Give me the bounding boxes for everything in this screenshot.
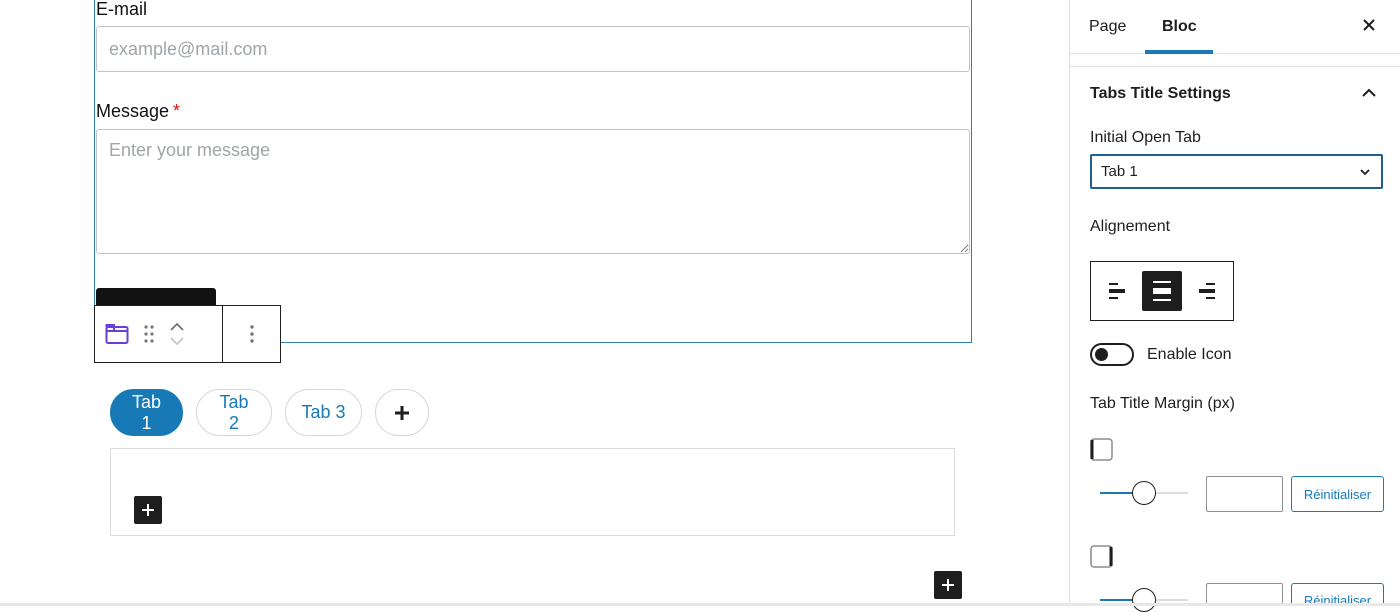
section-title[interactable]: Tabs Title Settings	[1090, 85, 1231, 103]
editor-canvas: E-mail Message*	[0, 0, 1070, 606]
initial-open-tab-select[interactable]: Tab 1	[1090, 154, 1383, 189]
close-icon[interactable]	[1360, 16, 1378, 39]
contact-form-block[interactable]: E-mail Message*	[94, 0, 972, 343]
plus-icon	[942, 579, 954, 591]
block-inserter-button[interactable]	[134, 496, 162, 524]
block-toolbar	[94, 305, 281, 363]
plus-icon	[395, 405, 409, 420]
margin-left-input[interactable]	[1206, 476, 1283, 512]
settings-sidebar: Page Bloc Tabs Title Settings Initial Op…	[1069, 0, 1400, 612]
block-toolbar-main-group	[95, 306, 223, 362]
message-label-text: Message	[96, 101, 170, 121]
margin-left-icon	[1090, 438, 1113, 461]
slider-thumb[interactable]	[1132, 588, 1156, 612]
align-right-button[interactable]	[1187, 271, 1227, 311]
margin-left-slider[interactable]	[1100, 481, 1188, 505]
message-field[interactable]	[96, 129, 970, 254]
append-block-button[interactable]	[934, 571, 962, 599]
email-label-text: E-mail	[96, 0, 148, 19]
panel-divider	[1070, 66, 1400, 67]
plus-icon	[142, 504, 154, 516]
tabs-block-icon[interactable]	[105, 323, 129, 345]
sidebar-header: Page Bloc	[1070, 0, 1400, 54]
drag-handle-icon[interactable]	[143, 324, 155, 344]
chevron-down-icon	[1360, 168, 1370, 175]
toggle-knob	[1095, 348, 1108, 361]
email-field[interactable]	[96, 26, 970, 72]
move-up-icon[interactable]	[169, 322, 185, 332]
margin-left-reset-button[interactable]: Réinitialiser	[1291, 476, 1384, 512]
margin-right-icon	[1090, 545, 1113, 568]
tab-3[interactable]: Tab 3	[285, 389, 362, 436]
chevron-up-icon[interactable]	[1360, 84, 1378, 107]
tab-content-panel	[110, 448, 955, 536]
margin-label: Tab Title Margin (px)	[1090, 395, 1235, 412]
tabs-title-row: Tab 1 Tab 2 Tab 3	[110, 389, 429, 436]
tab-page[interactable]: Page	[1089, 0, 1126, 54]
more-options-icon[interactable]	[249, 324, 255, 344]
align-center-button[interactable]	[1141, 271, 1182, 311]
email-label: E-mail	[96, 0, 147, 20]
required-mark: *	[173, 101, 181, 121]
block-mover	[169, 322, 185, 346]
tab-1[interactable]: Tab 1	[110, 389, 183, 436]
margin-right-slider[interactable]	[1100, 588, 1188, 612]
tab-bloc[interactable]: Bloc	[1162, 0, 1197, 54]
alignment-label: Alignement	[1090, 218, 1171, 235]
align-left-button[interactable]	[1097, 271, 1137, 311]
align-center-icon	[1152, 281, 1171, 301]
select-value: Tab 1	[1101, 163, 1138, 180]
add-tab-button[interactable]	[375, 389, 429, 436]
alignment-group	[1090, 261, 1234, 321]
move-down-icon[interactable]	[169, 336, 185, 346]
block-toolbar-more-group	[223, 306, 280, 362]
align-right-icon	[1198, 283, 1215, 299]
enable-icon-toggle[interactable]	[1090, 343, 1134, 366]
initial-open-tab-label: Initial Open Tab	[1090, 129, 1201, 146]
message-label: Message *	[96, 101, 180, 122]
align-left-icon	[1109, 283, 1126, 299]
slider-thumb[interactable]	[1132, 481, 1156, 505]
enable-icon-label: Enable Icon	[1147, 346, 1232, 363]
active-tab-indicator	[1145, 50, 1213, 54]
tab-2[interactable]: Tab 2	[196, 389, 272, 436]
